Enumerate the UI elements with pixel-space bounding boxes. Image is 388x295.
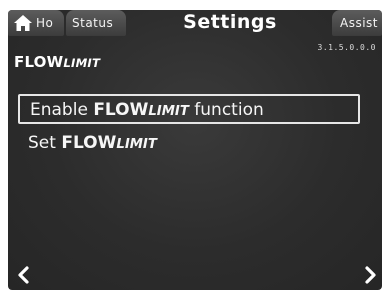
tab-status-label: Status [72,16,114,30]
home-icon [14,15,32,31]
display-screen: Ho Status Settings Assist 3.1.5.0.0.0 FL… [8,10,382,290]
tab-settings[interactable]: Settings [134,10,326,36]
device-frame: Ho Status Settings Assist 3.1.5.0.0.0 FL… [0,0,388,295]
tab-assist-label: Assist [340,16,379,30]
menu-item-text-pre: Set [28,133,62,153]
page-title-limit: LIMIT [63,56,101,70]
menu-item-text-flow: FLOW [93,100,149,120]
chevron-left-icon[interactable] [14,264,34,286]
menu-item-text-limit: LIMIT [148,104,189,119]
tab-assist[interactable]: Assist [332,10,382,36]
menu-item-enable-flowlimit[interactable]: Enable FLOWLIMIT function [18,94,360,124]
menu-item-set-flowlimit[interactable]: Set FLOWLIMIT [18,132,360,162]
tab-settings-label: Settings [183,11,277,33]
page-title-flow: FLOW [14,53,64,71]
menu-item-text-flow: FLOW [61,133,117,153]
chevron-right-icon[interactable] [360,264,380,286]
page-title: FLOWLIMIT [14,53,100,71]
tab-home-label: Ho [36,16,54,30]
menu-item-text-limit: LIMIT [116,137,157,152]
menu-version-number: 3.1.5.0.0.0 [317,43,376,52]
menu-item-text-post: function [188,100,264,120]
tab-status[interactable]: Status [66,10,126,36]
menu-item-text-pre: Enable [30,100,94,120]
tab-home[interactable]: Ho [8,10,64,36]
